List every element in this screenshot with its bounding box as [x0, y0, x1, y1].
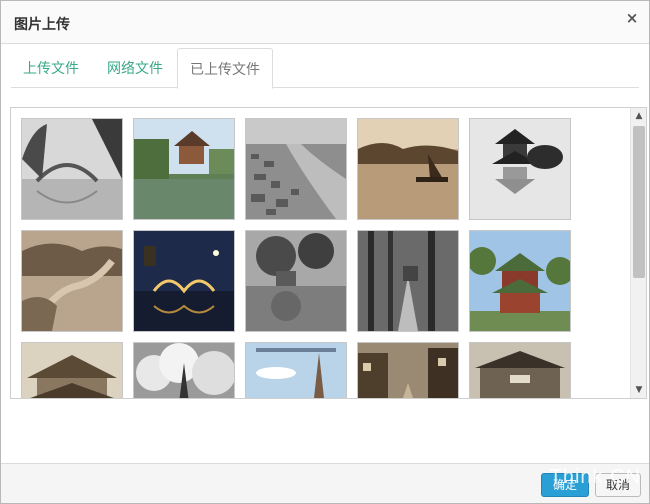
- night-bridge-image: [134, 231, 234, 331]
- image-thumb-temple-pavilion[interactable]: [469, 230, 571, 332]
- trees-pond-image: [246, 231, 346, 331]
- arched-bridge-image: [22, 119, 122, 219]
- close-icon[interactable]: ×: [623, 9, 641, 27]
- scroll-down-icon[interactable]: ▼: [631, 382, 646, 398]
- old-street-image: [358, 343, 458, 398]
- image-thumb-pagoda-reflection[interactable]: [469, 118, 571, 220]
- image-thumb-aerial-river-city[interactable]: [245, 118, 347, 220]
- image-thumb-old-roof[interactable]: [21, 342, 123, 398]
- city-gate-image: [470, 343, 570, 398]
- image-thumb-church-spire-postcard[interactable]: [245, 342, 347, 398]
- pagoda-reflection-image: [470, 119, 570, 219]
- tab-uploaded-files[interactable]: 已上传文件: [177, 48, 273, 89]
- uploaded-images-panel: ▲ ▼: [10, 107, 647, 399]
- image-thumb-old-street[interactable]: [357, 342, 459, 398]
- church-spire-postcard-image: [246, 343, 346, 398]
- forest-path-image: [358, 231, 458, 331]
- dialog-title: 图片上传: [14, 17, 70, 33]
- pavilion-lake-image: [134, 119, 234, 219]
- image-thumb-great-wall[interactable]: [21, 230, 123, 332]
- image-thumb-cloudy-spire[interactable]: [133, 342, 235, 398]
- image-thumb-night-bridge[interactable]: [133, 230, 235, 332]
- image-thumb-sepia-boat[interactable]: [357, 118, 459, 220]
- image-upload-dialog: 图片上传 × 上传文件 网络文件 已上传文件 ▲ ▼ 确定 取消 Think.C…: [0, 0, 650, 504]
- tab-upload-file[interactable]: 上传文件: [11, 48, 91, 88]
- old-roof-image: [22, 343, 122, 398]
- cloudy-spire-image: [134, 343, 234, 398]
- watermark-text: Think.CN: [549, 466, 641, 488]
- sepia-boat-image: [358, 119, 458, 219]
- image-thumb-city-gate[interactable]: [469, 342, 571, 398]
- image-thumb-arched-bridge[interactable]: [21, 118, 123, 220]
- tab-bar: 上传文件 网络文件 已上传文件: [11, 48, 639, 89]
- image-thumb-trees-pond[interactable]: [245, 230, 347, 332]
- dialog-titlebar: 图片上传 ×: [1, 1, 649, 44]
- temple-pavilion-image: [470, 231, 570, 331]
- great-wall-image: [22, 231, 122, 331]
- dialog-footer: 确定 取消 Think.CN: [1, 463, 649, 503]
- tab-network-file[interactable]: 网络文件: [95, 48, 175, 88]
- scroll-up-icon[interactable]: ▲: [631, 108, 646, 124]
- scrollbar-thumb[interactable]: [633, 126, 645, 278]
- image-thumb-forest-path[interactable]: [357, 230, 459, 332]
- vertical-scrollbar[interactable]: ▲ ▼: [630, 108, 646, 398]
- image-thumb-pavilion-lake[interactable]: [133, 118, 235, 220]
- aerial-river-city-image: [246, 119, 346, 219]
